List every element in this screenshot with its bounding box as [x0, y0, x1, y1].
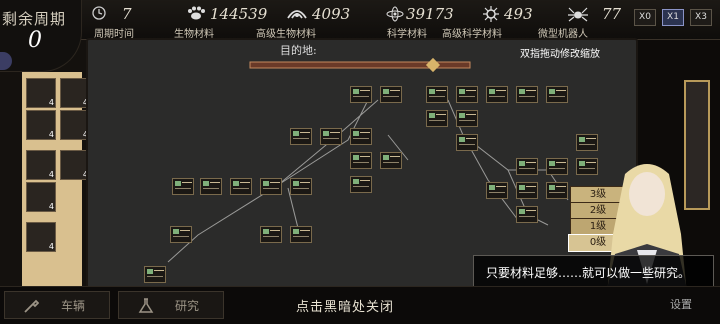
tech-node[interactable] — [576, 134, 598, 151]
tech-node[interactable] — [486, 86, 508, 103]
research-map[interactable] — [86, 38, 638, 290]
settings-label[interactable]: 设置 — [670, 296, 692, 312]
tech-node[interactable] — [290, 226, 312, 243]
resource-value: 39173 — [406, 5, 454, 23]
tech-node[interactable] — [172, 178, 194, 195]
goal-marker — [425, 57, 441, 73]
inventory-slot[interactable]: 4 — [26, 110, 56, 140]
resource-bio: 144539 生物材料 — [174, 4, 268, 40]
cell-icon — [483, 6, 499, 22]
resource-bar: 7 周期时间 144539 生物材料 4093 高级生物材料 39173 科学材… — [0, 0, 720, 40]
tech-node[interactable] — [350, 86, 372, 103]
close-hint: 点击黑暗处关闭 — [296, 300, 395, 315]
tech-node[interactable] — [350, 152, 372, 169]
tech-node[interactable] — [546, 158, 568, 175]
tech-node[interactable] — [516, 86, 538, 103]
tech-node[interactable] — [144, 266, 166, 283]
tech-node[interactable] — [350, 128, 372, 145]
claw-icon — [287, 10, 307, 19]
resource-value: 77 — [602, 5, 622, 23]
tech-node[interactable] — [290, 128, 312, 145]
tech-node[interactable] — [486, 182, 508, 199]
tech-node[interactable] — [516, 182, 538, 199]
tech-node[interactable] — [380, 152, 402, 169]
tab-vehicle-label: 车辆 — [61, 299, 86, 313]
resource-robot: 77 微型机器人 — [538, 4, 638, 40]
cycle-time: 7 周期时间 — [92, 4, 162, 40]
tab-research[interactable]: 研究 — [118, 291, 224, 319]
pinch-zoom-hint: 双指拖动修改缩放 — [520, 49, 600, 60]
inventory-slot[interactable]: 4 — [26, 78, 56, 108]
clock-icon — [92, 6, 106, 20]
tech-node[interactable] — [200, 178, 222, 195]
speed-x3-button[interactable]: X3 — [690, 9, 712, 26]
tech-node[interactable] — [456, 134, 478, 151]
inventory-slot[interactable]: 4 — [26, 150, 56, 180]
period-label: 剩余周期 — [2, 10, 67, 28]
tech-node[interactable] — [546, 182, 568, 199]
tech-node[interactable] — [516, 158, 538, 175]
tech-node[interactable] — [426, 86, 448, 103]
tech-node[interactable] — [380, 86, 402, 103]
inventory-slot[interactable]: 4 — [26, 222, 56, 252]
resource-value: 493 — [504, 5, 533, 23]
speed-x0-button[interactable]: X0 — [634, 9, 656, 26]
tech-node[interactable] — [170, 226, 192, 243]
flask-icon — [138, 298, 154, 313]
tech-node[interactable] — [320, 128, 342, 145]
tech-node[interactable] — [260, 178, 282, 195]
dialog-text: 只要材料足够……就可以做一些研究。 — [486, 266, 691, 280]
tech-node[interactable] — [290, 178, 312, 195]
speed-x1-button[interactable]: X1 — [662, 9, 684, 26]
tech-node[interactable] — [456, 110, 478, 127]
tech-node[interactable] — [516, 206, 538, 223]
atom-icon — [386, 6, 404, 22]
tab-vehicle[interactable]: 车辆 — [4, 291, 110, 319]
cycle-value: 7 — [122, 5, 132, 23]
paw-icon — [188, 6, 205, 20]
resource-adv-bio: 4093 高级生物材料 — [256, 4, 388, 40]
period-remaining: 0 — [28, 28, 42, 53]
spider-icon — [568, 7, 588, 22]
tech-node[interactable] — [350, 176, 372, 193]
tech-node[interactable] — [426, 110, 448, 127]
tech-node[interactable] — [230, 178, 252, 195]
goal-label: 目的地: — [280, 44, 317, 57]
tech-node[interactable] — [546, 86, 568, 103]
tech-node[interactable] — [260, 226, 282, 243]
resource-value: 4093 — [312, 5, 351, 23]
resource-value: 144539 — [210, 5, 268, 23]
wrench-icon — [24, 299, 39, 313]
inventory-slot[interactable]: 4 — [26, 182, 56, 212]
tech-node[interactable] — [456, 86, 478, 103]
tab-research-label: 研究 — [175, 299, 200, 313]
